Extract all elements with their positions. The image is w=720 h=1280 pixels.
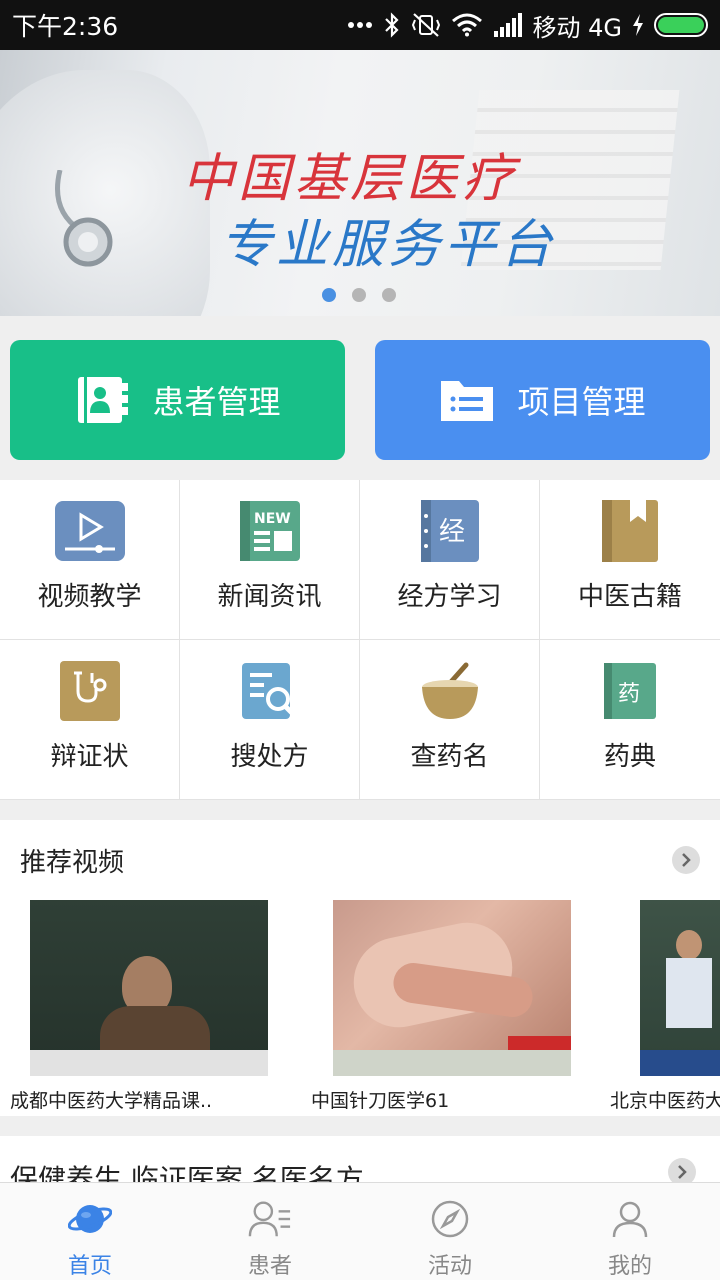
video-thumbnail[interactable] [640, 900, 720, 1076]
carousel-indicator [322, 288, 396, 302]
tab-label: 首页 [67, 1254, 112, 1279]
video-card[interactable]: 成都中医药大学精品课.. [10, 900, 270, 1113]
tab-patients[interactable]: 患者 [180, 1183, 360, 1280]
video-carousel[interactable]: 成都中医药大学精品课.. 中国针刀医学61 北京中医药大 [0, 900, 720, 1116]
pharmacopoeia-book-icon: 药 [604, 663, 656, 719]
charging-icon [633, 14, 643, 36]
vibrate-off-icon [411, 13, 440, 37]
tab-activity[interactable]: 活动 [360, 1183, 540, 1280]
banner-title-line1: 中国基层医疗 [182, 149, 519, 209]
search-prescription-icon [241, 663, 297, 719]
grid-item-news[interactable]: NEW 新闻资讯 [180, 480, 360, 640]
section-title: 推荐视频 [20, 847, 125, 878]
patients-icon [248, 1201, 291, 1236]
video-caption: 成都中医药大学精品课.. [10, 1090, 213, 1112]
carousel-dot[interactable] [382, 288, 396, 302]
carousel-dot[interactable] [322, 288, 336, 302]
grid-item-label: 辩证状 [50, 742, 129, 772]
video-thumbnail[interactable] [30, 900, 268, 1076]
tab-label: 患者 [247, 1254, 292, 1279]
battery-icon [654, 13, 708, 37]
more-dots-icon [347, 22, 372, 28]
recommended-videos-header: 推荐视频 [0, 820, 720, 900]
tab-home[interactable]: 首页 [0, 1183, 180, 1280]
video-icon [54, 501, 125, 561]
patient-management-label: 患者管理 [152, 383, 281, 421]
stethoscope-image [55, 170, 113, 267]
svg-text:药: 药 [618, 682, 640, 707]
grid-item-label: 中医古籍 [577, 582, 682, 612]
grid-item-pharmacopoeia[interactable]: 药 药典 [540, 640, 720, 800]
grid-item-video-teaching[interactable]: 视频教学 [0, 480, 180, 640]
chevron-right-icon[interactable] [672, 846, 700, 874]
folder-list-icon [441, 381, 494, 421]
feature-grid: 视频教学 NEW 新闻资讯 经 经方学习 中医古籍 辩证状 搜处方 查药名 药 … [0, 480, 720, 800]
grid-item-label: 新闻资讯 [217, 582, 322, 612]
project-management-label: 项目管理 [517, 383, 646, 421]
banner-title-line2: 专业服务平台 [220, 215, 557, 275]
patient-management-button[interactable]: 患者管理 [10, 340, 345, 460]
grid-item-drug-name[interactable]: 查药名 [360, 640, 540, 800]
tab-label: 我的 [607, 1254, 652, 1279]
news-icon: NEW [239, 501, 300, 561]
status-bar: 下午2:36 移动 4G [0, 0, 720, 50]
banner-carousel[interactable]: 中国基层医疗 专业服务平台 [0, 50, 720, 316]
status-time: 下午2:36 [12, 12, 119, 41]
grid-item-tcm-classics[interactable]: 中医古籍 [540, 480, 720, 640]
tab-label: 活动 [427, 1254, 472, 1279]
profile-icon [612, 1201, 648, 1237]
tab-mine[interactable]: 我的 [540, 1183, 720, 1280]
status-icons: 移动 4G [347, 8, 708, 43]
wifi-icon [451, 13, 482, 37]
grid-item-label: 药典 [603, 742, 656, 772]
svg-text:NEW: NEW [254, 511, 291, 527]
stethoscope-icon [59, 661, 120, 721]
video-caption: 中国针刀医学61 [311, 1090, 450, 1112]
grid-item-label: 搜处方 [230, 742, 309, 772]
svg-text:经: 经 [439, 517, 465, 547]
video-card[interactable]: 北京中医药大 [610, 900, 720, 1113]
grid-item-classic-formula[interactable]: 经 经方学习 [360, 480, 540, 640]
planet-home-icon [68, 1204, 112, 1233]
signal-icon [493, 13, 522, 37]
grid-item-search-prescription[interactable]: 搜处方 [180, 640, 360, 800]
grid-item-label: 视频教学 [37, 582, 142, 612]
grid-item-label: 经方学习 [397, 582, 502, 612]
project-management-button[interactable]: 项目管理 [375, 340, 710, 460]
video-caption: 北京中医药大 [610, 1090, 720, 1112]
carrier-label: 移动 4G [532, 13, 623, 42]
carousel-dot[interactable] [352, 288, 366, 302]
grid-item-label: 查药名 [410, 742, 489, 772]
grid-item-syndrome[interactable]: 辩证状 [0, 640, 180, 800]
video-card[interactable]: 中国针刀医学61 [311, 900, 573, 1113]
mortar-icon [421, 662, 478, 719]
video-thumbnail[interactable] [333, 900, 571, 1076]
patient-record-icon [78, 377, 129, 423]
classic-formula-book-icon: 经 [420, 500, 479, 562]
compass-icon [431, 1200, 469, 1237]
bluetooth-icon [384, 12, 399, 38]
bottom-tab-bar: 首页 患者 活动 我的 [0, 1182, 720, 1280]
recommended-videos-section: 推荐视频 成都中医药大学精品课.. 中国针刀医学61 北京中医药大 [0, 820, 720, 1116]
bookmark-book-icon [602, 500, 658, 562]
